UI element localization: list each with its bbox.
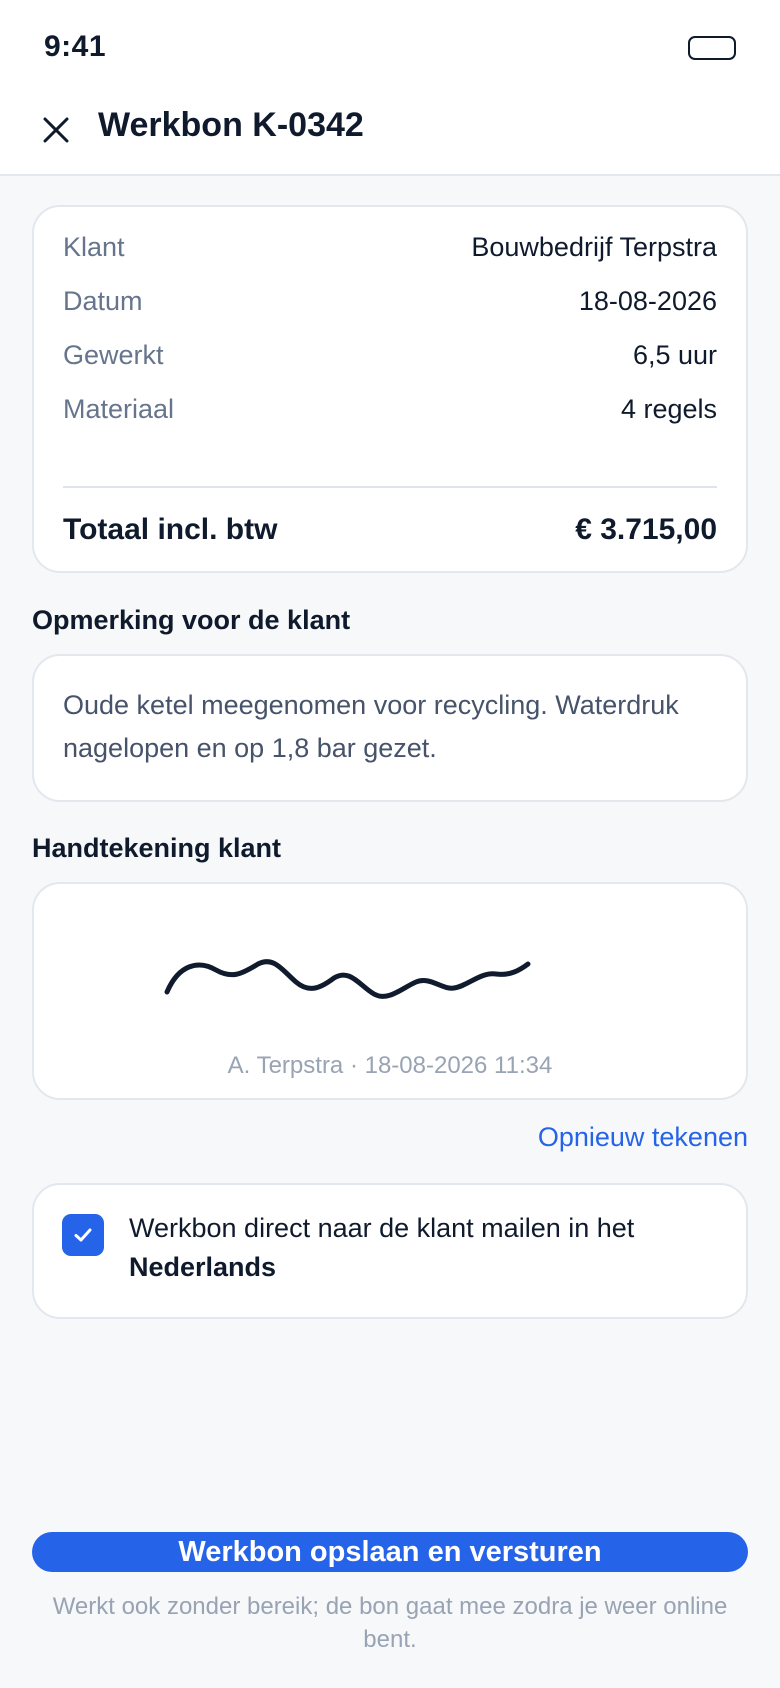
battery-icon: [688, 36, 736, 60]
offline-note: Werkt ook zonder bereik; de bon gaat mee…: [52, 1593, 728, 1653]
summary-card: Klant Bouwbedrijf Terpstra Datum 18-08-2…: [32, 205, 748, 573]
total-label: Totaal incl. btw: [63, 513, 278, 546]
page-title: Werkbon K-0342: [98, 106, 364, 144]
summary-total-row: Totaal incl. btw € 3.715,00: [63, 507, 717, 553]
summary-row-klant: Klant Bouwbedrijf Terpstra: [63, 227, 717, 267]
close-icon: [43, 117, 69, 143]
close-button[interactable]: [34, 108, 78, 152]
redraw-signature-link[interactable]: Opnieuw tekenen: [538, 1122, 748, 1153]
remark-section-label: Opmerking voor de klant: [32, 605, 351, 635]
status-bar: 9:41: [0, 0, 780, 96]
email-language: Nederlands: [129, 1252, 277, 1282]
total-value: € 3.715,00: [575, 513, 717, 546]
summary-value: 6,5 uur: [632, 339, 717, 370]
summary-row-datum: Datum 18-08-2026: [63, 281, 717, 321]
summary-label: Klant: [63, 231, 125, 262]
email-checkbox[interactable]: [62, 1214, 104, 1256]
remark-field[interactable]: Oude ketel meegenomen voor recycling. Wa…: [32, 654, 748, 802]
status-time: 9:41: [44, 30, 107, 63]
email-option-label: Werkbon direct naar de klant mailen in h…: [129, 1209, 719, 1287]
summary-label: Datum: [63, 285, 143, 316]
summary-row-gewerkt: Gewerkt 6,5 uur: [63, 335, 717, 375]
summary-divider: [63, 486, 717, 488]
summary-value: Bouwbedrijf Terpstra: [471, 231, 717, 262]
check-icon: [74, 1228, 92, 1242]
email-option-text: Werkbon direct naar de klant mailen in h…: [129, 1213, 635, 1243]
summary-value: 4 regels: [620, 393, 717, 424]
work-order-screen: 9:41 Werkbon K-0342 Klant Bouwbedrijf Te…: [0, 0, 780, 1688]
summary-row-materiaal: Materiaal 4 regels: [63, 389, 717, 429]
remark-text: Oude ketel meegenomen voor recycling. Wa…: [63, 690, 679, 763]
signature-section-label: Handtekening klant: [32, 833, 282, 863]
signature-pad[interactable]: A. Terpstra · 18-08-2026 11:34: [32, 882, 748, 1100]
summary-label: Gewerkt: [63, 339, 164, 370]
save-and-send-button[interactable]: Werkbon opslaan en versturen: [32, 1532, 748, 1572]
signature-caption: A. Terpstra · 18-08-2026 11:34: [227, 1052, 553, 1079]
summary-value: 18-08-2026: [578, 285, 717, 316]
summary-label: Materiaal: [63, 393, 175, 424]
email-option-card[interactable]: Werkbon direct naar de klant mailen in h…: [32, 1183, 748, 1319]
app-header: Werkbon K-0342: [0, 96, 780, 176]
